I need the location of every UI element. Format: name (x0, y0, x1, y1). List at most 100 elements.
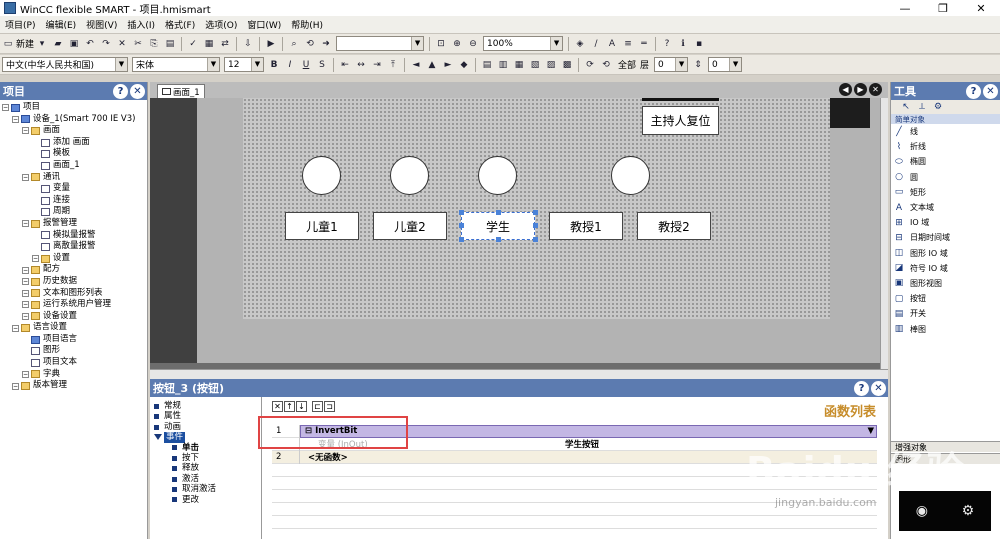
tool-item[interactable]: ▭ 矩形 (891, 185, 1000, 200)
tree-item[interactable]: 变量 (2, 183, 145, 195)
tool-item[interactable]: A 文本域 (891, 200, 1000, 215)
compile-icon[interactable]: ▦ (203, 38, 215, 50)
close-icon[interactable]: ✕ (962, 2, 1000, 15)
strike-icon[interactable]: S (316, 59, 328, 71)
group-icon[interactable]: ▥ (497, 59, 509, 71)
child1-button[interactable]: 儿童1 (285, 212, 359, 240)
tree-item[interactable]: 离散量报警 (2, 241, 145, 253)
tool-item[interactable]: ○ 圆 (891, 170, 1000, 185)
next-tab-icon[interactable]: ▶ (854, 83, 867, 96)
copy-icon[interactable]: ⎘ (148, 38, 160, 50)
help-icon[interactable]: ? (854, 380, 869, 396)
tree-item[interactable]: − 配方 (2, 264, 145, 276)
tree-item[interactable]: 图形 (2, 345, 145, 357)
selection-handle[interactable] (459, 237, 464, 242)
function-name-cell[interactable]: <无函数> (300, 451, 348, 463)
expand-icon[interactable]: − (22, 370, 29, 378)
cut-icon[interactable]: ✂ (132, 38, 144, 50)
tree-item[interactable]: − 画面 (2, 125, 145, 137)
expand-icon[interactable]: − (22, 173, 29, 181)
tree-item[interactable]: − 通讯 (2, 172, 145, 184)
ungroup-icon[interactable]: ▦ (513, 59, 525, 71)
event-release[interactable]: 释放 (154, 463, 257, 473)
order-icon[interactable]: ▤ (481, 59, 493, 71)
pin-icon[interactable]: ? (113, 83, 128, 99)
close-panel-icon[interactable]: ✕ (130, 83, 145, 99)
tool-item[interactable]: ⊟ 日期时间域 (891, 230, 1000, 245)
tree-item[interactable]: − 语言设置 (2, 322, 145, 334)
menu-format[interactable]: 格式(F) (160, 18, 200, 31)
expand-icon[interactable]: − (12, 382, 19, 390)
tree-item[interactable]: − 运行系统用户管理 (2, 299, 145, 311)
align-top-icon[interactable]: ⤒ (387, 59, 399, 71)
flip-icon[interactable]: ▲ (426, 59, 438, 71)
tree-item[interactable]: − 设备_1(Smart 700 IE V3) (2, 114, 145, 126)
language-select[interactable]: 中文(中华人民共和国) ▼ (2, 57, 128, 72)
tree-item[interactable]: 模板 (2, 148, 145, 160)
layer-icon[interactable]: ⟳ (584, 59, 596, 71)
event-change[interactable]: 更改 (154, 495, 257, 505)
move-up-icon[interactable]: ↑ (284, 400, 295, 412)
selection-handle[interactable] (533, 237, 538, 242)
indicator-circle-2[interactable] (390, 156, 429, 195)
tree-item[interactable]: 项目文本 (2, 357, 145, 369)
student-button[interactable]: 学生 (461, 212, 535, 240)
tree-item[interactable]: − 字典 (2, 369, 145, 381)
distribute-icon[interactable]: ▧ (529, 59, 541, 71)
tool-item[interactable]: ⌇ 折线 (891, 139, 1000, 154)
expand-icon[interactable]: − (32, 255, 39, 263)
tool-item[interactable]: ▥ 棒图 (891, 321, 1000, 336)
tree-item[interactable]: 模拟量报警 (2, 230, 145, 242)
help-icon[interactable]: ? (661, 38, 673, 50)
minimize-icon[interactable]: — (886, 2, 924, 15)
tree-item[interactable]: 项目语言 (2, 334, 145, 346)
zoom-select[interactable]: 100% ▼ (483, 36, 564, 51)
tool-mode-icon[interactable]: ⟂ (917, 102, 927, 112)
outdent-icon[interactable]: ⊐ (324, 400, 335, 412)
event-deactivate[interactable]: 取消激活 (154, 484, 257, 494)
underline-icon[interactable]: U (300, 59, 312, 71)
align-right-icon[interactable]: ⇥ (371, 59, 383, 71)
hmi-screen[interactable]: 主持人复位 儿童1 儿童2 学生 教授1 教授2 (243, 98, 830, 319)
delete-icon[interactable]: ✕ (116, 38, 128, 50)
child2-button[interactable]: 儿童2 (373, 212, 447, 240)
same-size-icon[interactable]: ▨ (545, 59, 557, 71)
nav-general[interactable]: 常规 (154, 401, 257, 411)
tool-item[interactable]: ▣ 图形视图 (891, 276, 1000, 291)
tool-item[interactable]: ▤ 开关 (891, 306, 1000, 321)
nav-animation[interactable]: 动画 (154, 422, 257, 432)
tool-item[interactable]: ◪ 符号 IO 域 (891, 261, 1000, 276)
nav-properties[interactable]: 属性 (154, 411, 257, 421)
expand-icon[interactable]: − (22, 289, 29, 297)
pin-icon[interactable]: ? (966, 83, 981, 99)
expand-icon[interactable]: − (22, 127, 29, 135)
tab-screen-1[interactable]: 画面_1 (157, 84, 205, 98)
tool-item[interactable]: ⊞ IO 域 (891, 215, 1000, 230)
tree-item[interactable]: − 设置 (2, 253, 145, 265)
italic-icon[interactable]: I (284, 59, 296, 71)
indicator-circle-1[interactable] (302, 156, 341, 195)
info-icon[interactable]: ℹ (677, 38, 689, 50)
tree-item[interactable]: 周期 (2, 206, 145, 218)
selection-handle[interactable] (459, 210, 464, 215)
zoom-area-icon[interactable]: ⊡ (435, 38, 447, 50)
indicator-circle-4[interactable] (611, 156, 650, 195)
layer2-icon[interactable]: ⟲ (600, 59, 612, 71)
menu-insert[interactable]: 插入(I) (122, 18, 160, 31)
zoom-out-icon[interactable]: ⊖ (467, 38, 479, 50)
pointer-icon[interactable]: ↖ (901, 102, 911, 112)
goto-icon[interactable]: ➜ (320, 38, 332, 50)
tool-settings-icon[interactable]: ⚙ (933, 102, 943, 112)
selection-handle[interactable] (533, 210, 538, 215)
tree-item[interactable]: − 历史数据 (2, 276, 145, 288)
font-size-select[interactable]: 12 ▼ (224, 57, 264, 72)
tree-item[interactable]: − 报警管理 (2, 218, 145, 230)
same-width-icon[interactable]: ▩ (561, 59, 573, 71)
layer-select[interactable]: 0 ▼ (654, 57, 689, 72)
tool-item[interactable]: ╱ 线 (891, 124, 1000, 139)
font-color-icon[interactable]: A (606, 38, 618, 50)
expand-icon[interactable]: − (22, 266, 29, 274)
menu-project[interactable]: 项目(P) (0, 18, 40, 31)
close-tab-icon[interactable]: ✕ (869, 83, 882, 96)
replace-icon[interactable]: ⟲ (304, 38, 316, 50)
